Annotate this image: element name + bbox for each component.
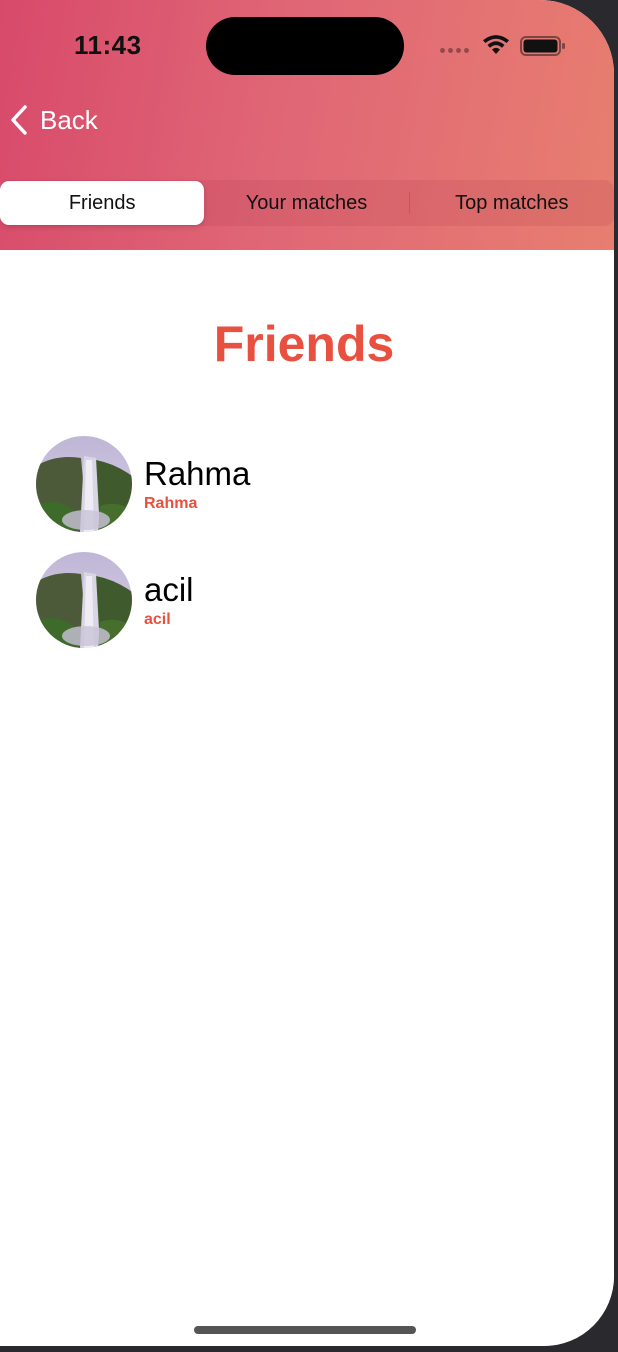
- tab-friends[interactable]: Friends: [0, 181, 205, 225]
- tab-label: Your matches: [245, 191, 368, 214]
- status-time: 11:43: [74, 30, 142, 60]
- avatar: [36, 436, 132, 532]
- app-screen: 11:43 Back Friends Your matches Top matc…: [0, 0, 614, 1346]
- friend-text: Rahma Rahma: [144, 455, 250, 513]
- back-label: Back: [40, 104, 98, 135]
- tab-your-matches[interactable]: Your matches: [204, 180, 408, 226]
- friend-username: Rahma: [144, 495, 198, 512]
- back-button[interactable]: Back: [8, 100, 98, 140]
- page-title: Friends: [213, 316, 395, 372]
- dynamic-island: [206, 17, 404, 75]
- tab-label: Top matches: [455, 191, 569, 214]
- tab-label: Friends: [68, 191, 136, 214]
- content-card: [0, 250, 614, 1346]
- friend-text: acil acil: [144, 571, 194, 629]
- chevron-left-icon: [11, 105, 27, 135]
- tab-top-matches[interactable]: Top matches: [410, 180, 614, 226]
- waterfall-avatar-image: [36, 552, 132, 648]
- avatar: [36, 552, 132, 648]
- friend-username: acil: [144, 611, 171, 628]
- device-frame: 11:43 Back Friends Your matches Top matc…: [0, 0, 618, 1352]
- segmented-tabs: Friends Your matches Top matches: [0, 180, 614, 226]
- list-item[interactable]: acil acil: [36, 552, 596, 648]
- friend-list: Rahma Rahma acil acil: [36, 436, 596, 668]
- wifi-icon: [483, 35, 509, 54]
- home-indicator[interactable]: [194, 1326, 416, 1334]
- signal-dots-icon: [440, 48, 469, 53]
- list-item[interactable]: Rahma Rahma: [36, 436, 596, 532]
- friend-name: acil: [144, 571, 194, 608]
- status-bar: 11:43: [0, 0, 614, 90]
- friend-name: Rahma: [144, 455, 251, 492]
- battery-icon: [520, 36, 565, 56]
- waterfall-avatar-image: [36, 436, 132, 532]
